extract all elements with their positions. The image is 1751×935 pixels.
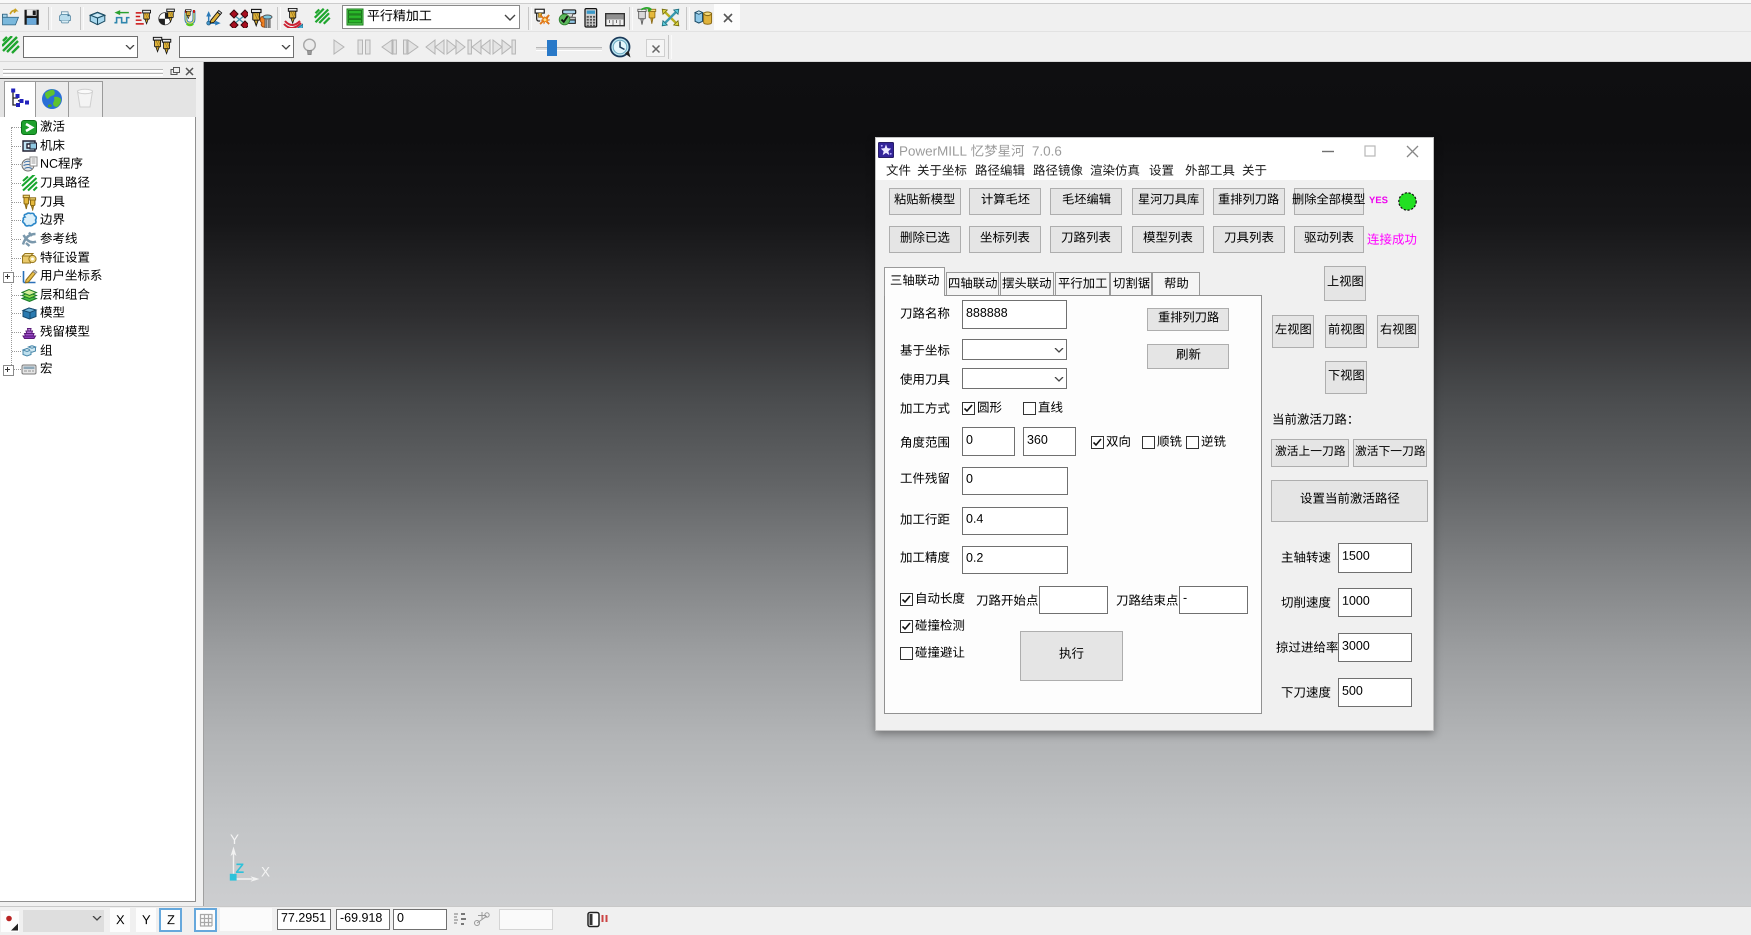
svg-text:X: X [261, 865, 270, 880]
svg-text:Z: Z [236, 860, 245, 876]
svg-text:Y: Y [230, 832, 239, 847]
